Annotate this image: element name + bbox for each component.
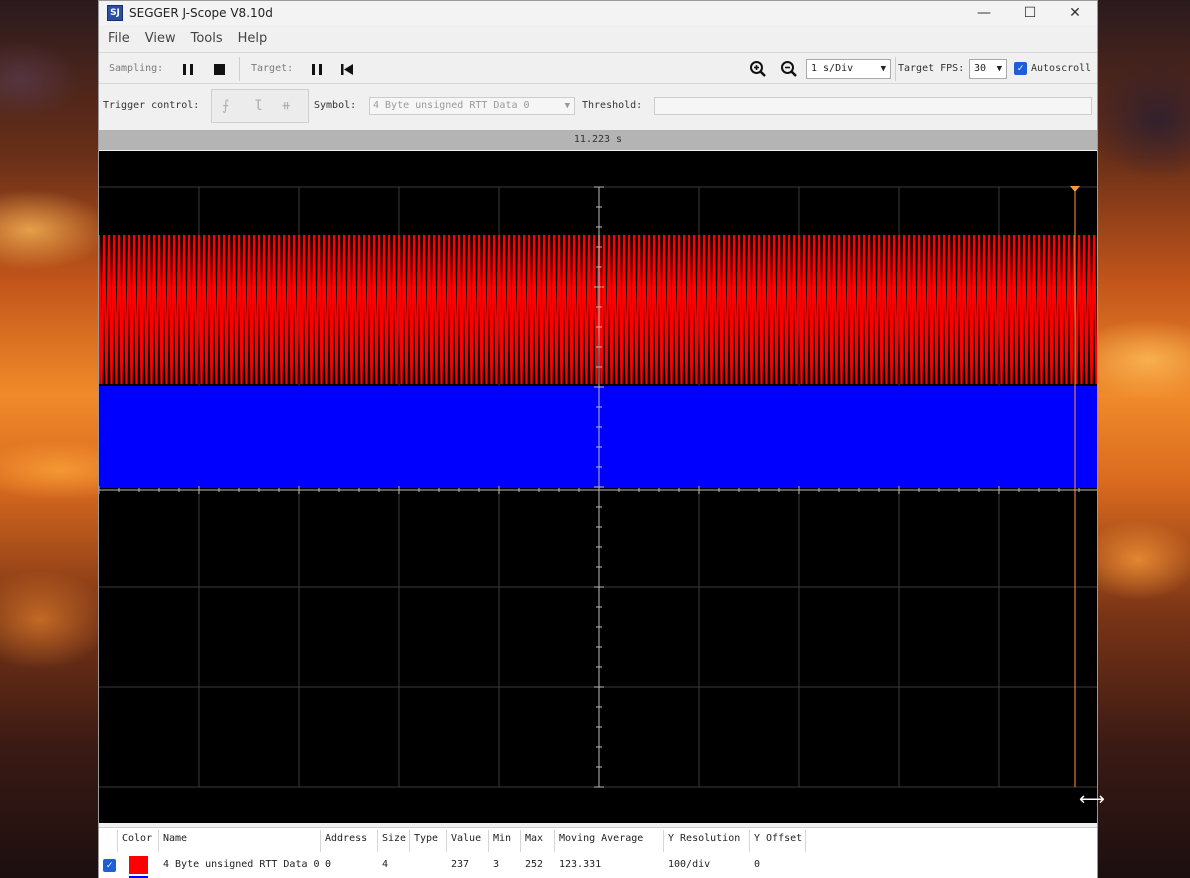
target-pause-button[interactable]: [308, 60, 326, 78]
jscope-app-icon: SJ: [107, 5, 123, 21]
header-value[interactable]: Value: [451, 833, 481, 844]
header-type[interactable]: Type: [414, 833, 438, 844]
cell-max: 252: [525, 859, 544, 870]
zoom-out-icon: [781, 61, 797, 77]
header-name[interactable]: Name: [163, 833, 187, 844]
zoom-in-button[interactable]: [749, 60, 767, 78]
chevron-down-icon: ▼: [996, 64, 1002, 74]
time-readout: 11.223 s: [99, 130, 1097, 150]
threshold-label: Threshold:: [582, 100, 643, 111]
checkmark-icon: ✓: [1017, 63, 1024, 74]
column-divider: [488, 830, 489, 852]
channel-table: Color Name Address Size Type Value Min M…: [99, 827, 1097, 878]
falling-edge-icon[interactable]: Ɩ: [254, 98, 262, 114]
column-divider: [409, 830, 410, 852]
sampling-label: Sampling:: [109, 63, 164, 74]
scope-canvas: [99, 186, 1097, 788]
zoom-in-icon: [750, 61, 766, 77]
both-edges-icon[interactable]: ⧺: [282, 98, 290, 114]
jscope-window: SJ SEGGER J-Scope V8.10d — ☐ ✕ File View…: [98, 0, 1105, 878]
symbol-select[interactable]: 4 Byte unsigned RTT Data 0 ▼: [369, 97, 575, 115]
threshold-input[interactable]: [654, 97, 1092, 115]
time-cursor-marker-icon: [1070, 186, 1080, 192]
scope-plot-area[interactable]: [99, 151, 1097, 823]
pause-icon: [312, 64, 322, 75]
cell-value: 237: [451, 859, 470, 870]
channel-enable-checkbox[interactable]: ✓: [103, 859, 116, 872]
stop-icon: [214, 64, 225, 75]
checkmark-icon: ✓: [106, 860, 113, 871]
pause-icon: [183, 64, 193, 75]
column-divider: [749, 830, 750, 852]
symbol-label: Symbol:: [314, 100, 357, 111]
menu-view[interactable]: View: [145, 31, 176, 46]
channel-color-swatch[interactable]: [129, 856, 148, 874]
desktop-background-left: [0, 0, 98, 878]
timebase-select[interactable]: 1 s/Div ▼: [806, 59, 891, 79]
cell-y-offset: 0: [754, 859, 761, 870]
close-button[interactable]: ✕: [1052, 1, 1098, 25]
column-divider: [320, 830, 321, 852]
timebase-value: 1 s/Div: [811, 63, 854, 74]
header-size[interactable]: Size: [382, 833, 406, 844]
series-red-waveform: [99, 234, 1097, 385]
zoom-out-button[interactable]: [780, 60, 798, 78]
header-y-offset[interactable]: Y Offset: [754, 833, 802, 844]
target-reset-button[interactable]: [338, 60, 356, 78]
header-y-resolution[interactable]: Y Resolution: [668, 833, 740, 844]
header-moving-average[interactable]: Moving Average: [559, 833, 643, 844]
chevron-down-icon: ▼: [880, 64, 886, 74]
window-title: SEGGER J-Scope V8.10d: [129, 6, 273, 20]
header-min[interactable]: Min: [493, 833, 511, 844]
toolbar-separator: [239, 57, 240, 81]
skip-to-start-icon: [341, 64, 353, 75]
trigger-control-label: Trigger control:: [103, 100, 200, 111]
rising-edge-icon[interactable]: ⨍: [222, 98, 229, 114]
header-address[interactable]: Address: [325, 833, 367, 844]
trigger-mode-group: ⨍ Ɩ ⧺: [211, 89, 309, 123]
symbol-value: 4 Byte unsigned RTT Data 0: [373, 100, 530, 111]
header-color[interactable]: Color: [122, 833, 152, 844]
cell-moving-average: 123.331: [559, 859, 602, 870]
column-divider: [805, 830, 806, 852]
column-divider: [377, 830, 378, 852]
cell-y-resolution: 100/div: [668, 859, 711, 870]
cell-size: 4: [382, 859, 389, 870]
target-label: Target:: [251, 63, 294, 74]
column-divider: [520, 830, 521, 852]
minimize-button[interactable]: —: [961, 1, 1007, 25]
menu-file[interactable]: File: [108, 31, 130, 46]
menu-help[interactable]: Help: [238, 31, 268, 46]
column-divider: [663, 830, 664, 852]
sampling-pause-button[interactable]: [179, 60, 197, 78]
header-max[interactable]: Max: [525, 833, 543, 844]
sampling-stop-button[interactable]: [210, 60, 228, 78]
autoscroll-label: Autoscroll: [1031, 63, 1092, 74]
autoscroll-checkbox[interactable]: ✓: [1014, 62, 1027, 75]
toolbar: Sampling: Target: 1 s/Div ▼ Target FPS: …: [99, 52, 1097, 84]
menu-tools[interactable]: Tools: [191, 31, 223, 46]
column-divider: [554, 830, 555, 852]
cell-name: 4 Byte unsigned RTT Data 0: [163, 859, 320, 870]
chevron-down-icon: ▼: [564, 101, 570, 111]
cell-address: 0: [325, 859, 332, 870]
desktop-background-right: [1098, 0, 1190, 878]
series-blue-band: [99, 386, 1097, 488]
title-bar[interactable]: SJ SEGGER J-Scope V8.10d — ☐ ✕: [99, 1, 1097, 25]
trigger-bar: Trigger control: ⨍ Ɩ ⧺ Symbol: 4 Byte un…: [99, 86, 1097, 128]
column-divider: [117, 830, 118, 852]
column-divider: [446, 830, 447, 852]
target-fps-select[interactable]: 30 ▼: [969, 59, 1007, 79]
cell-min: 3: [493, 859, 500, 870]
maximize-button[interactable]: ☐: [1007, 1, 1053, 25]
horizontal-resize-cursor-icon: ⟷: [1079, 789, 1105, 810]
toolbar-separator: [895, 57, 896, 81]
column-divider: [158, 830, 159, 852]
target-fps-label: Target FPS:: [898, 63, 965, 74]
target-fps-value: 30: [974, 63, 987, 74]
menu-bar: File View Tools Help: [99, 26, 1097, 50]
